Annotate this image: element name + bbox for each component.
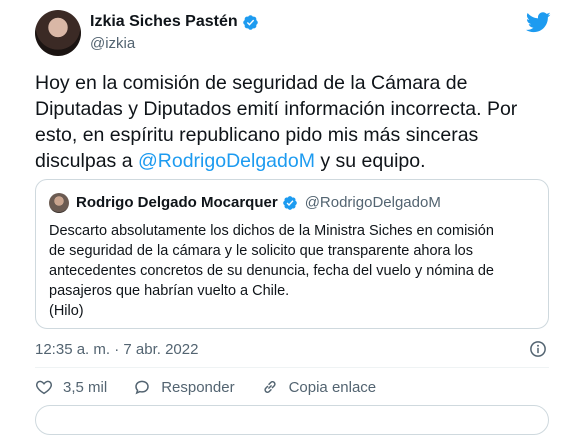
author-avatar[interactable] (35, 10, 81, 56)
info-icon[interactable] (529, 340, 547, 358)
mention-link[interactable]: @RodrigoDelgadoM (138, 150, 315, 172)
author-handle[interactable]: @izkia (90, 35, 135, 52)
verified-badge-icon (282, 195, 297, 210)
link-icon (263, 381, 276, 393)
tweet-timestamp[interactable]: 12:35 a. m. · 7 abr. 2022 (35, 341, 198, 358)
quoted-author-avatar (49, 193, 69, 213)
copy-link-label: Copia enlace (288, 378, 377, 396)
quoted-author-name: Rodrigo Delgado Mocarquer (76, 194, 278, 211)
like-count: 3,5 mil (63, 378, 108, 396)
verified-badge-icon (242, 14, 258, 30)
action-bar: 3,5 mil Responder Copia enlace (35, 378, 402, 396)
reply-label: Responder (161, 378, 235, 396)
quoted-tweet-text: Descarto absolutamente los dichos de la … (49, 221, 539, 321)
quoted-text-line: de seguridad de la cámara y le solicito … (49, 243, 473, 259)
read-replies-button[interactable] (35, 405, 549, 435)
quoted-author-handle: @RodrigoDelgadoM (304, 194, 441, 211)
twitter-bird-icon[interactable] (526, 12, 551, 33)
author-name[interactable]: Izkia Siches Pastén (90, 13, 238, 31)
tweet-text: Hoy en la comisión de seguridad de la Cá… (35, 70, 535, 174)
speech-bubble-icon (135, 380, 149, 395)
quoted-text-line: pasajeros que habrían vuelto a Chile. (49, 283, 290, 299)
quoted-tweet-header: Rodrigo Delgado Mocarquer @RodrigoDelgad… (76, 194, 441, 211)
heart-icon (36, 380, 52, 395)
tweet-card: Izkia Siches Pastén @izkia Hoy en la com… (0, 0, 574, 435)
quoted-text-line: (Hilo) (49, 303, 84, 319)
reply-button[interactable]: Responder (133, 378, 235, 396)
quoted-text-line: antecedentes concretos de su denuncia, f… (49, 263, 494, 279)
like-button[interactable]: 3,5 mil (35, 378, 107, 396)
author-name-row: Izkia Siches Pastén (90, 13, 259, 31)
divider (35, 367, 549, 368)
quoted-tweet[interactable]: Rodrigo Delgado Mocarquer @RodrigoDelgad… (35, 179, 549, 329)
quoted-text-line: Descarto absolutamente los dichos de la … (49, 223, 494, 239)
copy-link-button[interactable]: Copia enlace (261, 378, 377, 396)
tweet-text-end: y su equipo. (314, 150, 426, 172)
